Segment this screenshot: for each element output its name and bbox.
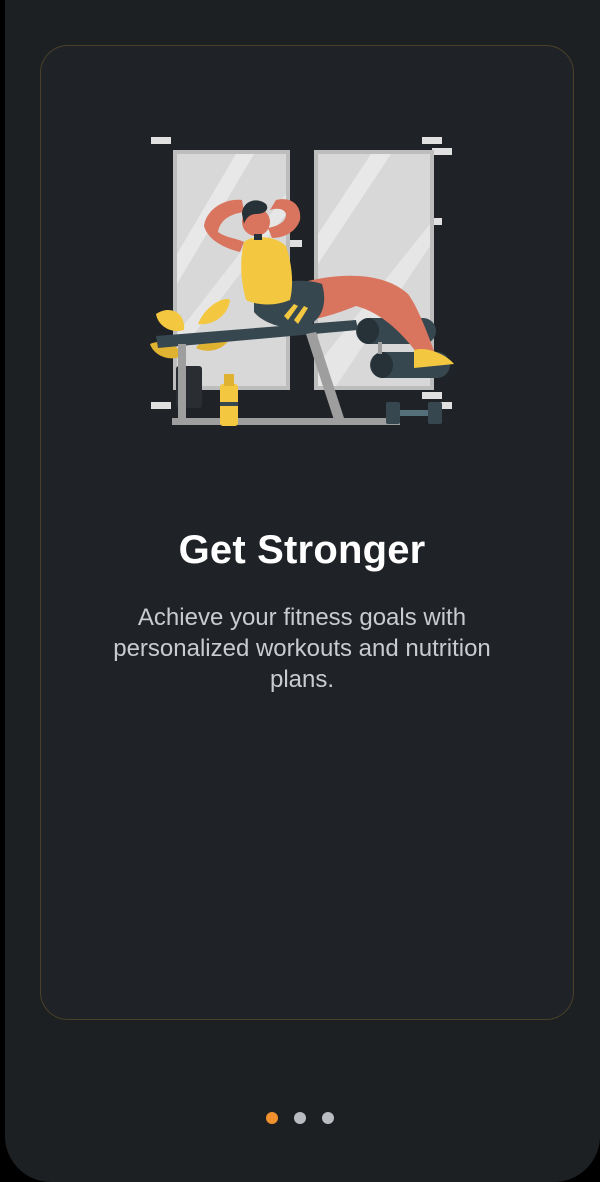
workout-illustration: [150, 137, 454, 426]
onboarding-title: Get Stronger: [178, 528, 426, 572]
page-dot-1[interactable]: [266, 1112, 278, 1124]
page-indicator: [0, 1112, 600, 1124]
page-dot-2[interactable]: [294, 1112, 306, 1124]
page-dot-3[interactable]: [322, 1112, 334, 1124]
onboarding-description: Achieve your fitness goals with personal…: [113, 604, 491, 693]
